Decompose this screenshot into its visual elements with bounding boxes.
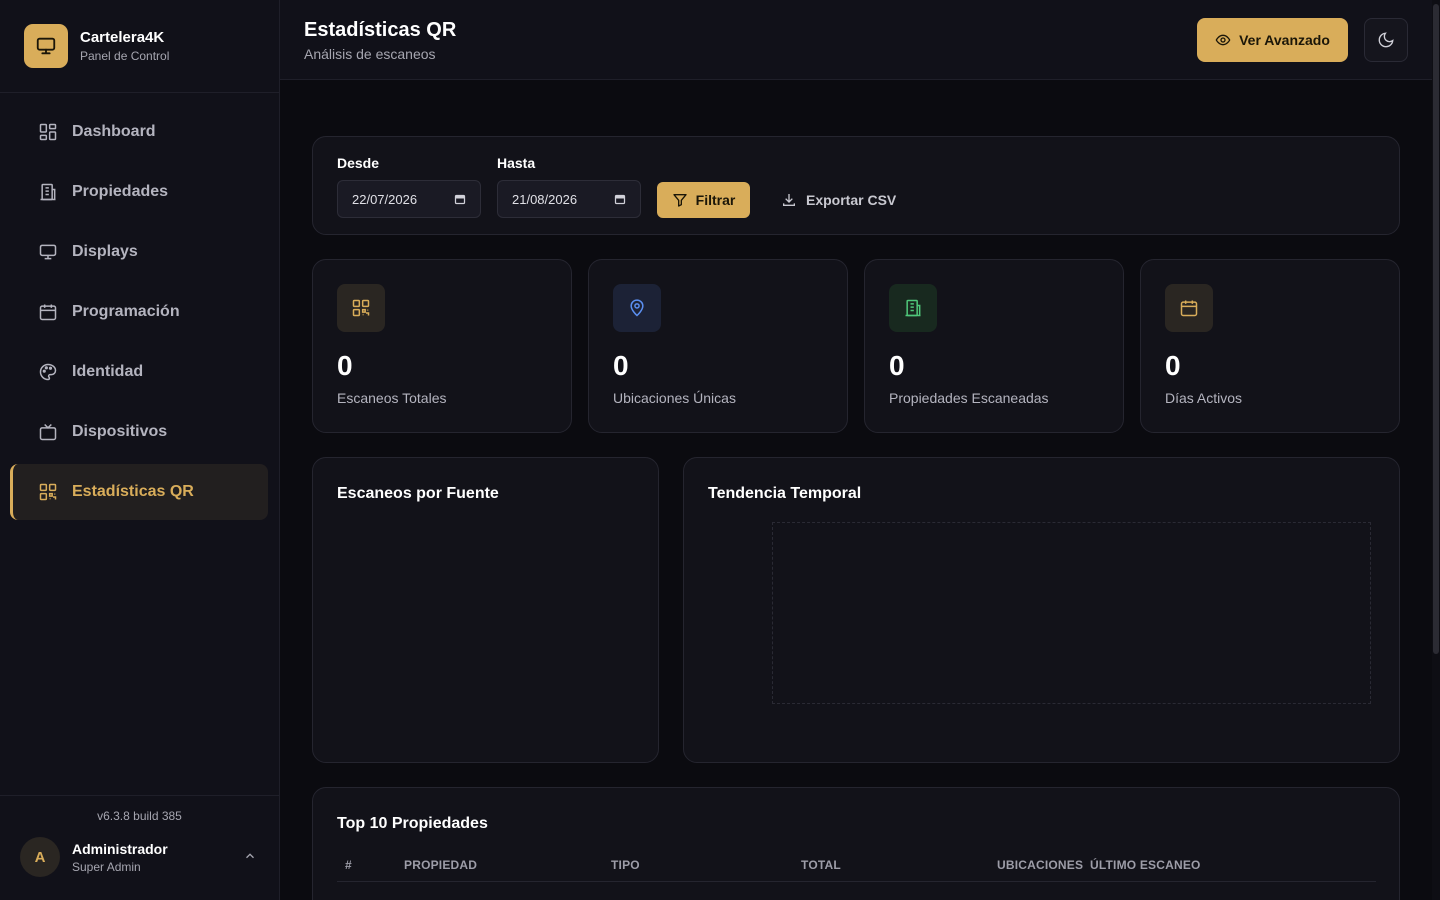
- palette-icon: [38, 362, 58, 382]
- stat-label: Escaneos Totales: [337, 390, 447, 406]
- download-icon: [781, 192, 806, 208]
- page-subtitle: Análisis de escaneos: [304, 46, 436, 62]
- brand-subtitle: Panel de Control: [80, 49, 170, 63]
- sidebar: Cartelera4K Panel de Control Dashboard P…: [0, 0, 280, 900]
- user-menu[interactable]: A Administrador Super Admin: [0, 837, 279, 877]
- sidebar-item-dashboard[interactable]: Dashboard: [10, 104, 268, 160]
- stat-value: 0: [889, 350, 905, 381]
- qr-icon: [337, 284, 385, 332]
- from-date-input[interactable]: 22/07/2026: [337, 180, 481, 218]
- export-label: Exportar CSV: [806, 192, 897, 208]
- column-header: TIPO: [611, 858, 640, 872]
- building-icon: [889, 284, 937, 332]
- sidebar-footer: v6.3.8 build 385 A Administrador Super A…: [0, 795, 279, 900]
- panel-title: Tendencia Temporal: [708, 485, 862, 502]
- sidebar-item-identidad[interactable]: Identidad: [10, 344, 268, 400]
- calendar-icon[interactable]: [454, 193, 466, 208]
- from-date-value: 22/07/2026: [352, 191, 418, 207]
- sidebar-nav: Dashboard Propiedades Displays Programac…: [0, 93, 279, 520]
- stat-label: Ubicaciones Únicas: [613, 390, 736, 406]
- stat-value: 0: [613, 350, 629, 381]
- avatar: A: [20, 837, 60, 877]
- monitor-icon: [38, 242, 58, 262]
- column-header: ÚLTIMO ESCANEO: [1090, 858, 1201, 872]
- temporal-trend-panel: Tendencia Temporal: [683, 457, 1400, 763]
- user-role: Super Admin: [72, 859, 141, 874]
- stat-value: 0: [1165, 350, 1181, 381]
- to-date-input[interactable]: 21/08/2026: [497, 180, 641, 218]
- top-header: Estadísticas QR Análisis de escaneos Ver…: [280, 0, 1432, 80]
- sidebar-item-estadisticas-qr[interactable]: Estadísticas QR: [10, 464, 268, 520]
- stat-label: Días Activos: [1165, 390, 1243, 406]
- sidebar-item-label: Programación: [72, 303, 180, 320]
- stat-label: Propiedades Escaneadas: [889, 390, 1049, 406]
- panel-title: Escaneos por Fuente: [337, 485, 499, 502]
- trend-chart-area: [772, 522, 1371, 704]
- chevron-up-icon[interactable]: [243, 849, 257, 868]
- view-advanced-label: Ver Avanzado: [1239, 32, 1330, 48]
- stat-card-scanned-properties: 0 Propiedades Escaneadas: [864, 259, 1124, 433]
- sidebar-item-label: Propiedades: [72, 183, 169, 200]
- view-advanced-button[interactable]: Ver Avanzado: [1197, 18, 1348, 62]
- brand[interactable]: Cartelera4K Panel de Control: [0, 0, 279, 93]
- funnel-icon: [672, 192, 696, 208]
- calendar-icon: [38, 302, 58, 322]
- column-header: #: [345, 858, 352, 872]
- sidebar-item-propiedades[interactable]: Propiedades: [10, 164, 268, 220]
- theme-toggle-button[interactable]: [1364, 18, 1408, 62]
- export-csv-button[interactable]: Exportar CSV: [781, 182, 896, 218]
- filter-button[interactable]: Filtrar: [657, 182, 750, 218]
- top-properties-table: Top 10 Propiedades # PROPIEDAD TIPO TOTA…: [312, 787, 1400, 900]
- stat-card-active-days: 0 Días Activos: [1140, 259, 1400, 433]
- stat-value: 0: [337, 350, 353, 381]
- qr-icon: [38, 482, 58, 502]
- table-title: Top 10 Propiedades: [337, 815, 488, 832]
- sidebar-item-label: Identidad: [72, 363, 144, 380]
- user-name: Administrador: [72, 840, 168, 857]
- scrollbar-thumb[interactable]: [1433, 4, 1439, 654]
- brand-title: Cartelera4K: [80, 29, 165, 46]
- sidebar-item-label: Estadísticas QR: [72, 483, 194, 500]
- table-divider: [337, 881, 1376, 882]
- to-label: Hasta: [497, 155, 536, 171]
- sidebar-item-programacion[interactable]: Programación: [10, 284, 268, 340]
- scans-by-source-panel: Escaneos por Fuente: [312, 457, 659, 763]
- column-header: UBICACIONES: [997, 858, 1084, 872]
- page-title: Estadísticas QR: [304, 19, 457, 41]
- building-icon: [38, 182, 58, 202]
- version-label: v6.3.8 build 385: [97, 809, 182, 823]
- filter-label: Filtrar: [695, 192, 736, 208]
- column-header: PROPIEDAD: [404, 858, 478, 872]
- stat-card-total-scans: 0 Escaneos Totales: [312, 259, 572, 433]
- sidebar-item-dispositivos[interactable]: Dispositivos: [10, 404, 268, 460]
- map-pin-icon: [613, 284, 661, 332]
- to-date-value: 21/08/2026: [512, 191, 578, 207]
- date-filter-card: Desde 22/07/2026 Hasta 21/08/2026 Filtra…: [312, 136, 1400, 235]
- sidebar-item-label: Dispositivos: [72, 423, 168, 440]
- calendar-icon[interactable]: [614, 193, 626, 208]
- stat-card-unique-locations: 0 Ubicaciones Únicas: [588, 259, 848, 433]
- tv-icon: [38, 422, 58, 442]
- column-header: TOTAL: [801, 858, 841, 872]
- eye-icon: [1215, 32, 1239, 48]
- moon-icon: [1377, 31, 1395, 49]
- calendar-icon: [1165, 284, 1213, 332]
- from-label: Desde: [337, 155, 380, 171]
- monitor-icon: [24, 24, 68, 68]
- sidebar-item-label: Dashboard: [72, 123, 156, 140]
- sidebar-item-label: Displays: [72, 243, 138, 260]
- dashboard-icon: [38, 122, 58, 142]
- sidebar-item-displays[interactable]: Displays: [10, 224, 268, 280]
